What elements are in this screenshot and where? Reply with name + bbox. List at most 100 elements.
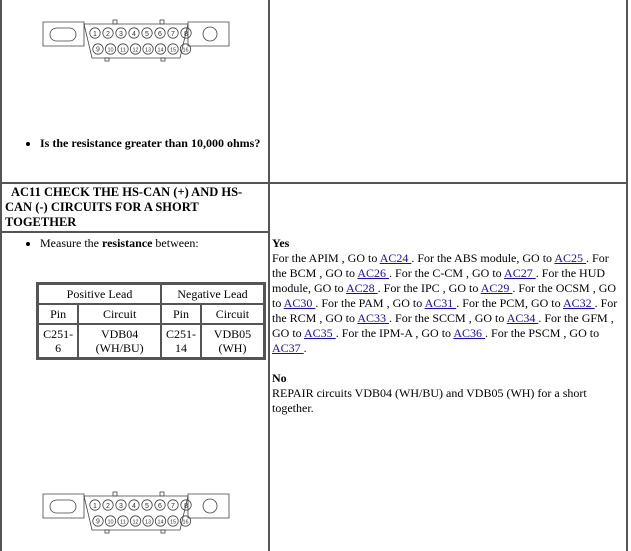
link-ac24[interactable]: AC24 (380, 251, 412, 265)
instruction-text: . For the IPC , GO to (377, 281, 481, 295)
link-ac26[interactable]: AC26 (357, 266, 389, 280)
dlc-connector-image-top: 1 2 3 4 5 6 7 89 10 11 12 13 14 15 16 (42, 19, 230, 62)
pin-label: 6 (158, 31, 162, 38)
key-tab (160, 529, 166, 534)
key-tab (112, 19, 118, 25)
pin-label: 13 (145, 48, 151, 54)
instruction-text: . (303, 341, 307, 355)
cell-positive-pin: C251- 6 (38, 324, 79, 358)
pin-label: 7 (171, 503, 175, 510)
instruction-prefix: Measure the (40, 236, 102, 250)
pin-label: 11 (120, 520, 126, 526)
pin-label: 3 (119, 31, 123, 38)
yes-instructions: For the APIM , GO to AC24 . For the ABS … (272, 251, 624, 356)
pin-label: 1 (93, 31, 97, 38)
pin-label: 7 (171, 31, 175, 38)
mounting-hole-icon (202, 26, 218, 42)
pin-label: 15 (170, 520, 176, 526)
instruction-text: For the APIM , GO to (272, 251, 380, 265)
instruction-text: . For the ABS module, GO to (411, 251, 555, 265)
connector-left-flange (42, 21, 85, 47)
column-divider (268, 0, 270, 551)
link-ac25[interactable]: AC25 (554, 251, 586, 265)
instruction-bold: resistance (101, 236, 153, 250)
pin-label: 10 (107, 48, 113, 54)
pin-label: 14 (157, 520, 163, 526)
link-ac30[interactable]: AC30 (284, 296, 316, 310)
table-border-left (0, 0, 2, 551)
link-ac32[interactable]: AC32 (563, 296, 595, 310)
link-ac31[interactable]: AC31 (425, 296, 457, 310)
measurement-table: Positive Lead Negative Lead Pin Circuit … (36, 282, 266, 360)
cell-negative-circuit: VDB05 (WH) (200, 324, 264, 358)
pin-label: 8 (184, 503, 188, 510)
measurement-table-wrap: Positive Lead Negative Lead Pin Circuit … (36, 282, 266, 360)
pin-label: 1 (93, 503, 97, 510)
instruction-text: . For the PSCM , GO to (485, 326, 600, 340)
table-border-right (626, 0, 628, 551)
key-tab (112, 491, 118, 497)
connector-right-flange (187, 493, 230, 519)
connector-left-flange (42, 493, 85, 519)
mounting-hole-icon (202, 498, 218, 514)
pin-label: 11 (120, 48, 126, 54)
pin-label: 4 (132, 503, 136, 510)
cell-negative-pin: C251- 14 (161, 324, 201, 358)
no-label: No (272, 371, 287, 385)
pin-label: 10 (107, 520, 113, 526)
no-instructions: REPAIR circuits VDB04 (WH/BU) and VDB05 … (272, 386, 587, 415)
connector-right-flange (187, 21, 230, 47)
mounting-slot-icon (49, 499, 77, 514)
col-header-pin: Pin (161, 304, 201, 324)
key-tab (104, 529, 110, 534)
pin-label: 3 (119, 503, 123, 510)
pin-label: 9 (96, 47, 100, 54)
key-tab (159, 491, 165, 497)
instruction-suffix: between: (152, 236, 199, 250)
pin-label: 6 (158, 503, 162, 510)
instruction-cell: Measure the resistance between: (4, 236, 266, 251)
link-ac34[interactable]: AC34 (507, 311, 539, 325)
question-cell: Is the resistance greater than 10,000 oh… (4, 136, 266, 151)
col-header-pin: Pin (38, 304, 79, 324)
pin-label: 16 (182, 520, 188, 526)
pin-label: 15 (170, 48, 176, 54)
procedure-table: 12345678910111213141516 Is the resistanc… (0, 0, 631, 551)
step-title-divider (0, 231, 270, 233)
step-title-text: AC11 CHECK THE HS-CAN (+) AND HS-CAN (-)… (5, 185, 243, 229)
pin-label: 9 (96, 519, 100, 526)
instruction-text: . For the IPM-A , GO to (335, 326, 454, 340)
group-header-negative: Negative Lead (161, 284, 264, 304)
col-header-circuit: Circuit (78, 304, 161, 324)
pin-label: 2 (106, 503, 110, 510)
link-ac33[interactable]: AC33 (357, 311, 389, 325)
link-ac28[interactable]: AC28 (346, 281, 378, 295)
link-ac37[interactable]: AC37 (272, 341, 304, 355)
pin-label: 12 (132, 48, 138, 54)
pin-label: 13 (145, 520, 151, 526)
pin-label: 5 (145, 31, 149, 38)
link-ac29[interactable]: AC29 (481, 281, 513, 295)
resistance-question: Is the resistance greater than 10,000 oh… (40, 136, 266, 151)
pin-label: 14 (157, 48, 163, 54)
measure-instruction: Measure the resistance between: (40, 236, 266, 251)
pin-label: 5 (145, 503, 149, 510)
key-tab (160, 57, 166, 62)
table-row: C251- 6 VDB04 (WH/BU) C251- 14 VDB05 (WH) (38, 324, 264, 358)
pin-label: 4 (132, 31, 136, 38)
link-ac36[interactable]: AC36 (453, 326, 485, 340)
col-header-circuit: Circuit (200, 304, 264, 324)
instruction-text: . For the PCM, GO to (456, 296, 563, 310)
row-divider (0, 182, 628, 184)
key-tab (104, 57, 110, 62)
link-ac27[interactable]: AC27 (504, 266, 536, 280)
instruction-text: . For the SCCM , GO to (389, 311, 507, 325)
group-header-positive: Positive Lead (38, 284, 161, 304)
mounting-slot-icon (49, 27, 77, 42)
pin-label: 16 (182, 48, 188, 54)
instruction-text: . For the C-CM , GO to (389, 266, 505, 280)
instruction-text: . For the PAM , GO to (315, 296, 425, 310)
pin-label: 2 (106, 31, 110, 38)
pin-label: 12 (132, 520, 138, 526)
link-ac35[interactable]: AC35 (304, 326, 336, 340)
